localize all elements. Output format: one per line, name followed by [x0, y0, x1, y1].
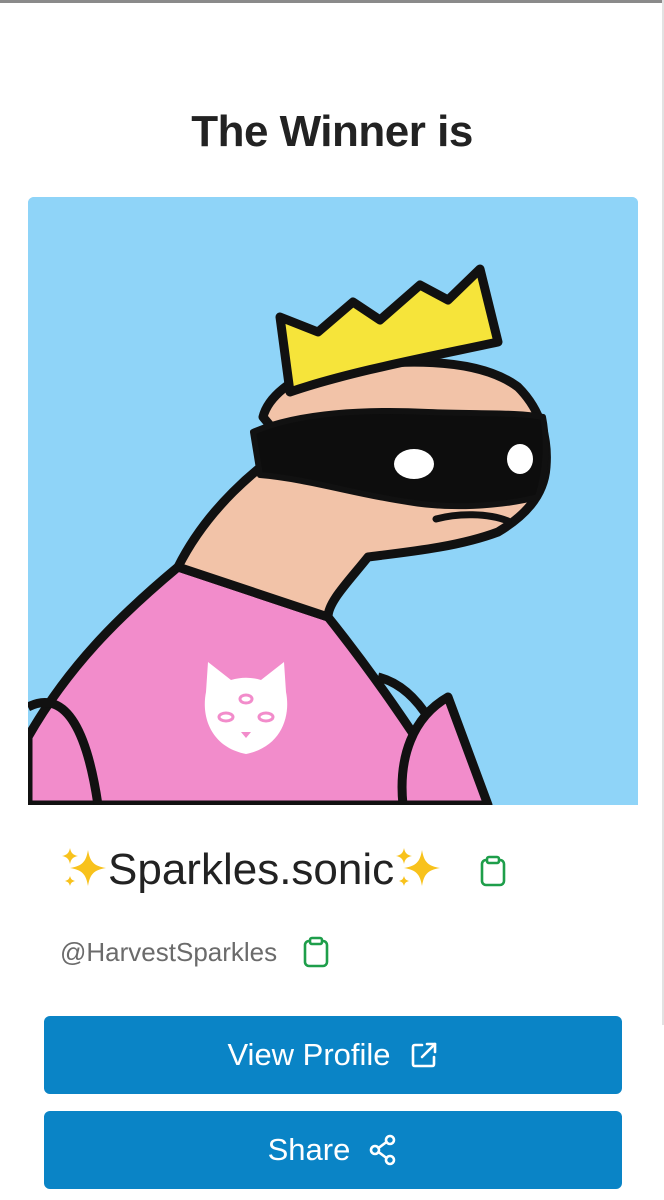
- view-profile-label: View Profile: [227, 1037, 391, 1072]
- sparkles-icon: [62, 848, 106, 887]
- display-name-row: Sparkles.sonic: [60, 838, 506, 902]
- winner-nft-image: [28, 197, 638, 805]
- external-link-icon: [409, 1040, 439, 1070]
- share-button[interactable]: Share: [44, 1111, 622, 1189]
- share-label: Share: [267, 1132, 351, 1167]
- page-title: The Winner is: [191, 107, 473, 156]
- winner-page: The Winner is Sparkles.sonic @HarvestSpa…: [0, 0, 664, 1200]
- top-border: [0, 0, 664, 3]
- user-handle: @HarvestSparkles: [60, 936, 278, 967]
- sparkles-icon: [396, 848, 441, 887]
- copy-name-icon[interactable]: [480, 855, 506, 892]
- view-profile-button[interactable]: View Profile: [44, 1016, 622, 1094]
- handle-row: @HarvestSparkles: [60, 930, 329, 974]
- display-name-text: Sparkles.sonic: [60, 838, 442, 902]
- share-icon: [368, 1134, 398, 1166]
- copy-handle-icon[interactable]: [303, 936, 329, 973]
- display-name-label: Sparkles.sonic: [108, 845, 395, 894]
